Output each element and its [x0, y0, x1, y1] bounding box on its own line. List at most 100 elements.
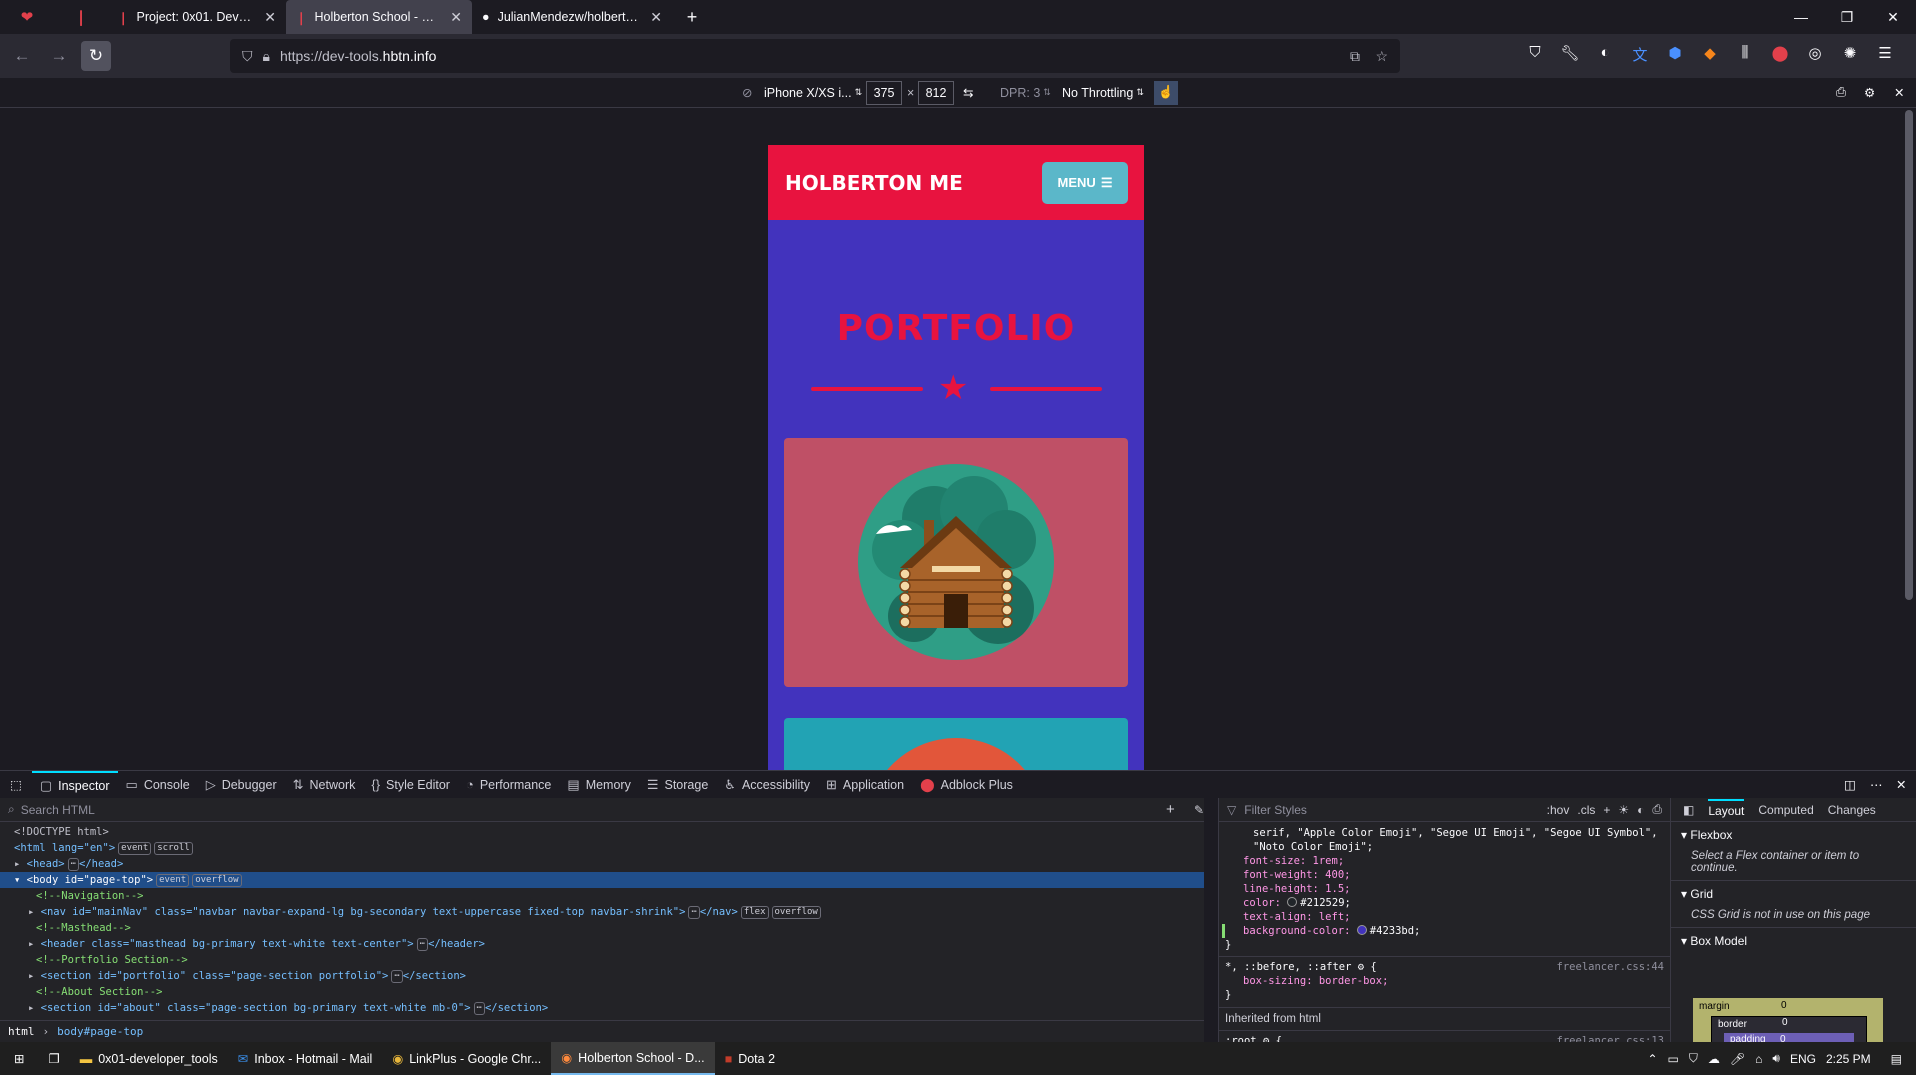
extension-h-icon[interactable]: ⬢ — [1664, 44, 1686, 65]
taskbar-item-dota[interactable]: ■ Dota 2 — [715, 1042, 785, 1075]
viewport-scrollbar[interactable] — [1902, 108, 1916, 770]
tree-node[interactable]: ▸ <head> ⋯ </head> — [0, 856, 1204, 872]
metamask-icon[interactable]: ◆ — [1699, 44, 1721, 65]
network-icon[interactable]: ⌂ — [1755, 1052, 1762, 1066]
pocket-icon[interactable]: ⛉ — [1524, 44, 1546, 65]
cloud-icon[interactable]: ☁ — [1708, 1052, 1720, 1066]
overflow-badge[interactable]: overflow — [192, 874, 242, 887]
library-icon[interactable]: ⫼ — [1734, 44, 1756, 65]
task-view-button[interactable]: ❐ — [38, 1042, 69, 1075]
tab-storage[interactable]: ☰ Storage — [639, 771, 716, 799]
taskbar-item-explorer[interactable]: ▬ 0x01-developer_tools — [70, 1042, 228, 1075]
gear-icon[interactable]: ⚙ — [1358, 961, 1364, 973]
event-badge[interactable]: event — [118, 842, 152, 855]
account-icon[interactable]: ◐ — [1594, 44, 1616, 65]
filter-styles-input[interactable]: Filter Styles — [1244, 803, 1307, 817]
css-declaration[interactable]: font-size: 1rem; — [1225, 854, 1664, 868]
microphone-icon[interactable]: 🎤︎ — [1730, 1052, 1745, 1066]
css-value[interactable]: serif, "Apple Color Emoji", "Segoe UI Em… — [1225, 826, 1664, 840]
close-window-icon[interactable]: ✕ — [1870, 0, 1916, 34]
add-rule-icon[interactable]: + — [1603, 803, 1610, 817]
restore-icon[interactable]: ❐ — [1824, 0, 1870, 34]
css-declaration[interactable]: font-weight: 400; — [1225, 868, 1664, 882]
tab-application[interactable]: ⊞ Application — [818, 771, 912, 799]
hamburger-menu-icon[interactable]: ☰ — [1874, 44, 1896, 65]
breadcrumb-item[interactable]: body#page-top — [57, 1025, 143, 1038]
throttling-selector[interactable]: No Throttling ⇅ — [1056, 81, 1150, 105]
css-declaration[interactable]: line-height: 1.5; — [1225, 882, 1664, 896]
tab-console[interactable]: ▭ Console — [118, 771, 198, 799]
rotate-icon[interactable]: ⇆ — [963, 85, 973, 100]
clock[interactable]: 2:25 PM — [1826, 1052, 1871, 1066]
viewport-height-input[interactable]: 812 — [918, 80, 954, 105]
tab-performance[interactable]: ◔ Performance — [458, 771, 559, 799]
collapsed-badge[interactable]: ⋯ — [67, 858, 80, 871]
tab-github[interactable]: ● JulianMendezw/holbertonschoo ✕ — [472, 0, 672, 34]
extensions-icon[interactable]: ✺ — [1839, 44, 1861, 65]
scrollbar-thumb[interactable] — [1905, 110, 1913, 600]
tab-project[interactable]: ❘ Project: 0x01. Developer tools | ✕ — [108, 0, 286, 34]
pinned-tab-1[interactable]: ❤ — [0, 0, 54, 34]
tab-inspector[interactable]: ▢ Inspector — [31, 770, 118, 799]
tab-accessibility[interactable]: ♿︎ Accessibility — [716, 771, 818, 799]
tab-holberton-active[interactable]: ❘ Holberton School - Developer t ✕ — [286, 0, 472, 34]
tab-adblock-plus[interactable]: ⬤ Adblock Plus — [912, 771, 1021, 799]
viewport-width-input[interactable]: 375 — [866, 80, 902, 105]
event-badge[interactable]: event — [156, 874, 190, 887]
start-button[interactable]: ⊞ — [0, 1042, 38, 1075]
tree-node[interactable]: <!--Masthead--> — [0, 920, 1204, 936]
tab-memory[interactable]: ▤ Memory — [559, 771, 638, 799]
light-mode-icon[interactable]: ☀ — [1618, 803, 1629, 817]
expand-arrow-icon[interactable]: ▸ — [14, 858, 27, 870]
grid-section[interactable]: ▾ Grid — [1671, 880, 1916, 907]
tab-changes[interactable]: Changes — [1828, 803, 1876, 817]
tree-node[interactable]: ▸ <section id="portfolio" class="page-se… — [0, 968, 1204, 984]
add-node-icon[interactable]: + — [1166, 801, 1175, 818]
tree-node[interactable]: <!--Navigation--> — [0, 888, 1204, 904]
dark-mode-icon[interactable]: ◐ — [1637, 803, 1644, 817]
translate-icon[interactable]: ⧉ — [1350, 48, 1360, 65]
tree-node[interactable]: ▸ <section id="about" class="page-sectio… — [0, 1000, 1204, 1016]
expand-arrow-icon[interactable]: ▸ — [28, 906, 41, 918]
css-declaration[interactable]: text-align: left; — [1225, 910, 1664, 924]
tab-debugger[interactable]: ▷ Debugger — [198, 771, 285, 799]
tree-node[interactable]: <!--Portfolio Section--> — [0, 952, 1204, 968]
css-declaration[interactable]: box-sizing: border-box; — [1225, 974, 1664, 988]
pinned-tab-2[interactable]: ❘ — [54, 0, 108, 34]
taskbar-item-mail[interactable]: ✉ Inbox - Hotmail - Mail — [228, 1042, 383, 1075]
url-bar[interactable]: ⛉ 🔒︎ https://dev-tools. hbtn.info ⧉ ☆ — [230, 39, 1400, 73]
taskbar-item-chrome[interactable]: ◉ LinkPlus - Google Chr... — [382, 1042, 551, 1075]
tab-style-editor[interactable]: {} Style Editor — [363, 771, 458, 799]
portfolio-item-cabin[interactable] — [784, 438, 1128, 687]
back-button[interactable]: ← — [7, 41, 37, 71]
cls-toggle[interactable]: .cls — [1577, 803, 1595, 817]
close-rdm-icon[interactable]: ✕ — [1894, 85, 1904, 100]
tab-layout[interactable]: Layout — [1708, 798, 1745, 821]
css-value[interactable]: "Noto Color Emoji"; — [1225, 840, 1664, 854]
dpr-selector[interactable]: DPR: 3 ⇅ — [994, 81, 1057, 105]
hov-toggle[interactable]: :hov — [1547, 803, 1570, 817]
expand-arrow-icon[interactable]: ▸ — [28, 970, 41, 982]
flex-badge[interactable]: flex — [740, 906, 769, 919]
reload-button[interactable]: ↻ — [81, 41, 111, 71]
translate-extension-icon[interactable]: 文 — [1629, 44, 1651, 65]
wrench-icon[interactable]: 🔧︎ — [1559, 44, 1581, 65]
pick-element-icon[interactable]: ⬚ — [0, 777, 32, 792]
breadcrumb-item[interactable]: html — [8, 1025, 35, 1038]
tab-network[interactable]: ⇅ Network — [285, 771, 364, 799]
close-devtools-icon[interactable]: ✕ — [1896, 777, 1906, 792]
forward-button[interactable]: → — [44, 41, 74, 71]
adblock-icon[interactable]: ⬤ — [1769, 44, 1791, 65]
sidebar-toggle-icon[interactable]: ◧ — [1683, 803, 1694, 817]
close-icon[interactable]: ✕ — [450, 9, 462, 26]
tree-node[interactable]: ▸ <nav id="mainNav" class="navbar navbar… — [0, 904, 1204, 920]
collapse-arrow-icon[interactable]: ▾ — [14, 874, 27, 886]
close-icon[interactable]: ✕ — [264, 9, 276, 26]
menu-button[interactable]: MENU ☰ — [1042, 161, 1128, 204]
more-options-icon[interactable]: ⋯ — [1870, 777, 1883, 792]
color-swatch[interactable] — [1356, 925, 1367, 935]
scroll-badge[interactable]: scroll — [154, 842, 193, 855]
css-source-link[interactable]: freelancer.css:44 — [1557, 960, 1664, 974]
dock-icon[interactable]: ◫ — [1844, 777, 1856, 792]
collapsed-badge[interactable]: ⋯ — [416, 938, 429, 951]
